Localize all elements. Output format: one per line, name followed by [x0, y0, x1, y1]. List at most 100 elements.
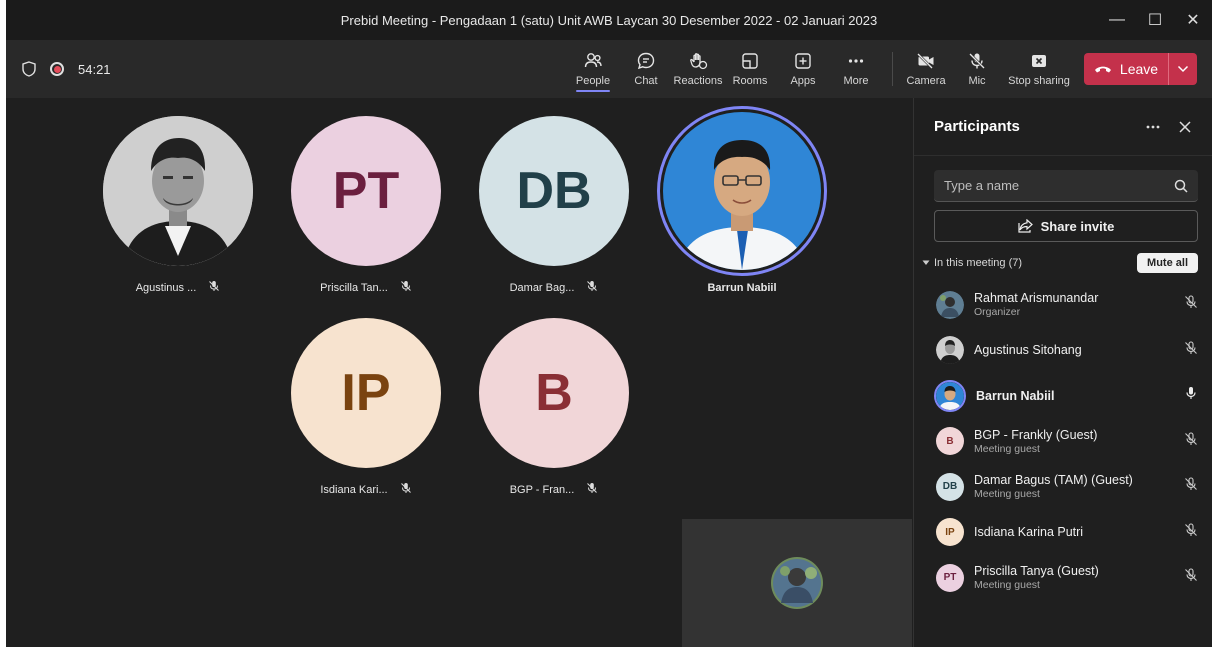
reactions-button[interactable]: Reactions — [674, 40, 722, 98]
panel-actions — [1146, 120, 1192, 134]
people-button[interactable]: People — [572, 40, 614, 98]
participant-role: Meeting guest — [974, 488, 1040, 501]
avatar-initials: DB — [479, 116, 629, 266]
toolbar-divider — [892, 52, 893, 86]
participant-tile[interactable]: Agustinus ... — [93, 116, 263, 295]
participant-name: BGP - Frankly (Guest) — [974, 427, 1098, 442]
participant-row[interactable]: B BGP - Frankly (Guest) Meeting guest — [914, 419, 1212, 465]
participant-role: Organizer — [974, 306, 1021, 319]
section-label: In this meeting (7) — [934, 257, 1023, 269]
people-label: People — [575, 75, 611, 87]
tile-name: Isdiana Kari... — [320, 483, 388, 496]
participant-info: Rahmat Arismunandar Organizer — [974, 291, 1184, 318]
toolbar-main-group: People Chat Reactions Rooms Apps More — [572, 40, 888, 98]
participant-name: Isdiana Karina Putri — [974, 525, 1084, 540]
close-icon[interactable] — [1178, 120, 1192, 134]
avatar-photo — [657, 106, 827, 276]
participant-tile[interactable]: B BGP - Fran... — [469, 318, 639, 497]
leave-button[interactable]: Leave — [1084, 53, 1168, 85]
participant-avatar-initials: B — [936, 427, 964, 456]
more-button[interactable]: More — [824, 40, 888, 98]
search-input[interactable] — [944, 178, 1164, 193]
recording-icon — [50, 62, 64, 76]
participant-tile[interactable]: DB Damar Bag... — [469, 116, 639, 295]
panel-title: Participants — [934, 118, 1020, 135]
self-view[interactable] — [682, 519, 912, 647]
more-options-icon[interactable] — [1146, 125, 1160, 129]
tile-name-row: Isdiana Kari... — [281, 482, 451, 497]
participant-tile-speaking[interactable]: Barrun Nabiil — [657, 106, 827, 294]
tile-name: Damar Bag... — [509, 281, 575, 294]
meeting-status: 54:21 — [22, 40, 111, 98]
participant-row[interactable]: PT Priscilla Tanya (Guest) Meeting guest — [914, 555, 1212, 601]
tile-name-row: Priscilla Tan... — [281, 280, 451, 295]
mic-off-icon — [1184, 295, 1198, 314]
apps-button[interactable]: Apps — [782, 40, 824, 98]
leave-button-group: Leave — [1084, 53, 1197, 85]
participant-avatar-initials: IP — [936, 518, 964, 547]
participant-avatar-initials: DB — [936, 472, 964, 501]
section-toggle[interactable]: In this meeting (7) — [922, 257, 1022, 269]
share-invite-label: Share invite — [1040, 218, 1115, 234]
participant-row[interactable]: Agustinus Sitohang — [914, 328, 1212, 374]
close-window-button[interactable]: ✕ — [1174, 0, 1212, 40]
minimize-button[interactable]: — — [1098, 0, 1136, 40]
chat-icon — [637, 52, 655, 70]
maximize-button[interactable]: ☐ — [1136, 0, 1174, 40]
participant-tile[interactable]: IP Isdiana Kari... — [281, 318, 451, 497]
share-icon — [1018, 219, 1033, 233]
tile-name-row: Damar Bag... — [469, 280, 639, 295]
self-avatar-photo — [771, 557, 823, 609]
participant-row[interactable]: DB Damar Bagus (TAM) (Guest) Meeting gue… — [914, 464, 1212, 510]
avatar-initials: PT — [291, 116, 441, 266]
mic-off-icon — [969, 53, 985, 69]
more-label: More — [843, 75, 869, 87]
reactions-label: Reactions — [673, 75, 723, 87]
rooms-button[interactable]: Rooms — [718, 40, 782, 98]
tile-name: Agustinus ... — [135, 281, 197, 294]
participant-row[interactable]: Rahmat Arismunandar Organizer — [914, 282, 1212, 328]
participant-row-speaking[interactable]: Barrun Nabiil — [914, 373, 1212, 419]
window-title: Prebid Meeting - Pengadaan 1 (satu) Unit… — [340, 12, 878, 28]
chevron-down-icon — [1177, 65, 1189, 73]
person-photo-icon — [936, 336, 964, 365]
participant-info: Damar Bagus (TAM) (Guest) Meeting guest — [974, 473, 1184, 500]
phone-hangup-icon — [1094, 66, 1111, 73]
stop-sharing-label: Stop sharing — [1008, 75, 1070, 87]
participant-info: Priscilla Tanya (Guest) Meeting guest — [974, 564, 1184, 591]
participant-avatar-initials: PT — [936, 563, 964, 592]
leave-options-button[interactable] — [1169, 53, 1197, 85]
tile-name: Barrun Nabiil — [707, 282, 777, 294]
panel-header: Participants — [914, 98, 1212, 156]
mic-off-icon — [400, 482, 412, 497]
tile-name-row: Barrun Nabiil — [657, 282, 827, 294]
mic-off-icon — [1184, 341, 1198, 360]
teams-window: Prebid Meeting - Pengadaan 1 (satu) Unit… — [6, 0, 1212, 647]
apps-icon — [795, 53, 811, 69]
participants-panel: Participants Share invite In this meetin… — [913, 98, 1212, 647]
mic-off-icon — [1184, 477, 1198, 496]
mic-off-icon — [586, 280, 598, 295]
chat-button[interactable]: Chat — [614, 40, 678, 98]
participant-avatar — [934, 379, 966, 412]
meeting-timer: 54:21 — [78, 61, 111, 77]
mute-all-button[interactable]: Mute all — [1137, 253, 1198, 273]
person-photo-icon — [103, 116, 253, 266]
tile-name: Priscilla Tan... — [320, 281, 388, 294]
apps-label: Apps — [790, 75, 816, 87]
mic-off-icon — [586, 482, 598, 497]
tile-name: BGP - Fran... — [509, 483, 575, 496]
mic-off-icon — [208, 280, 220, 295]
share-invite-button[interactable]: Share invite — [934, 210, 1198, 242]
shield-icon — [22, 61, 36, 77]
stop-sharing-button[interactable]: Stop sharing — [1006, 40, 1072, 98]
participant-tile[interactable]: PT Priscilla Tan... — [281, 116, 451, 295]
person-photo-icon — [936, 290, 964, 319]
avatar-initials: B — [479, 318, 629, 468]
participant-row[interactable]: IP Isdiana Karina Putri — [914, 510, 1212, 556]
camera-button[interactable]: Camera — [904, 40, 948, 98]
mic-off-icon — [1184, 568, 1198, 587]
mic-on-icon — [1184, 386, 1198, 405]
mic-button[interactable]: Mic — [948, 40, 1006, 98]
participant-role: Meeting guest — [974, 579, 1040, 592]
